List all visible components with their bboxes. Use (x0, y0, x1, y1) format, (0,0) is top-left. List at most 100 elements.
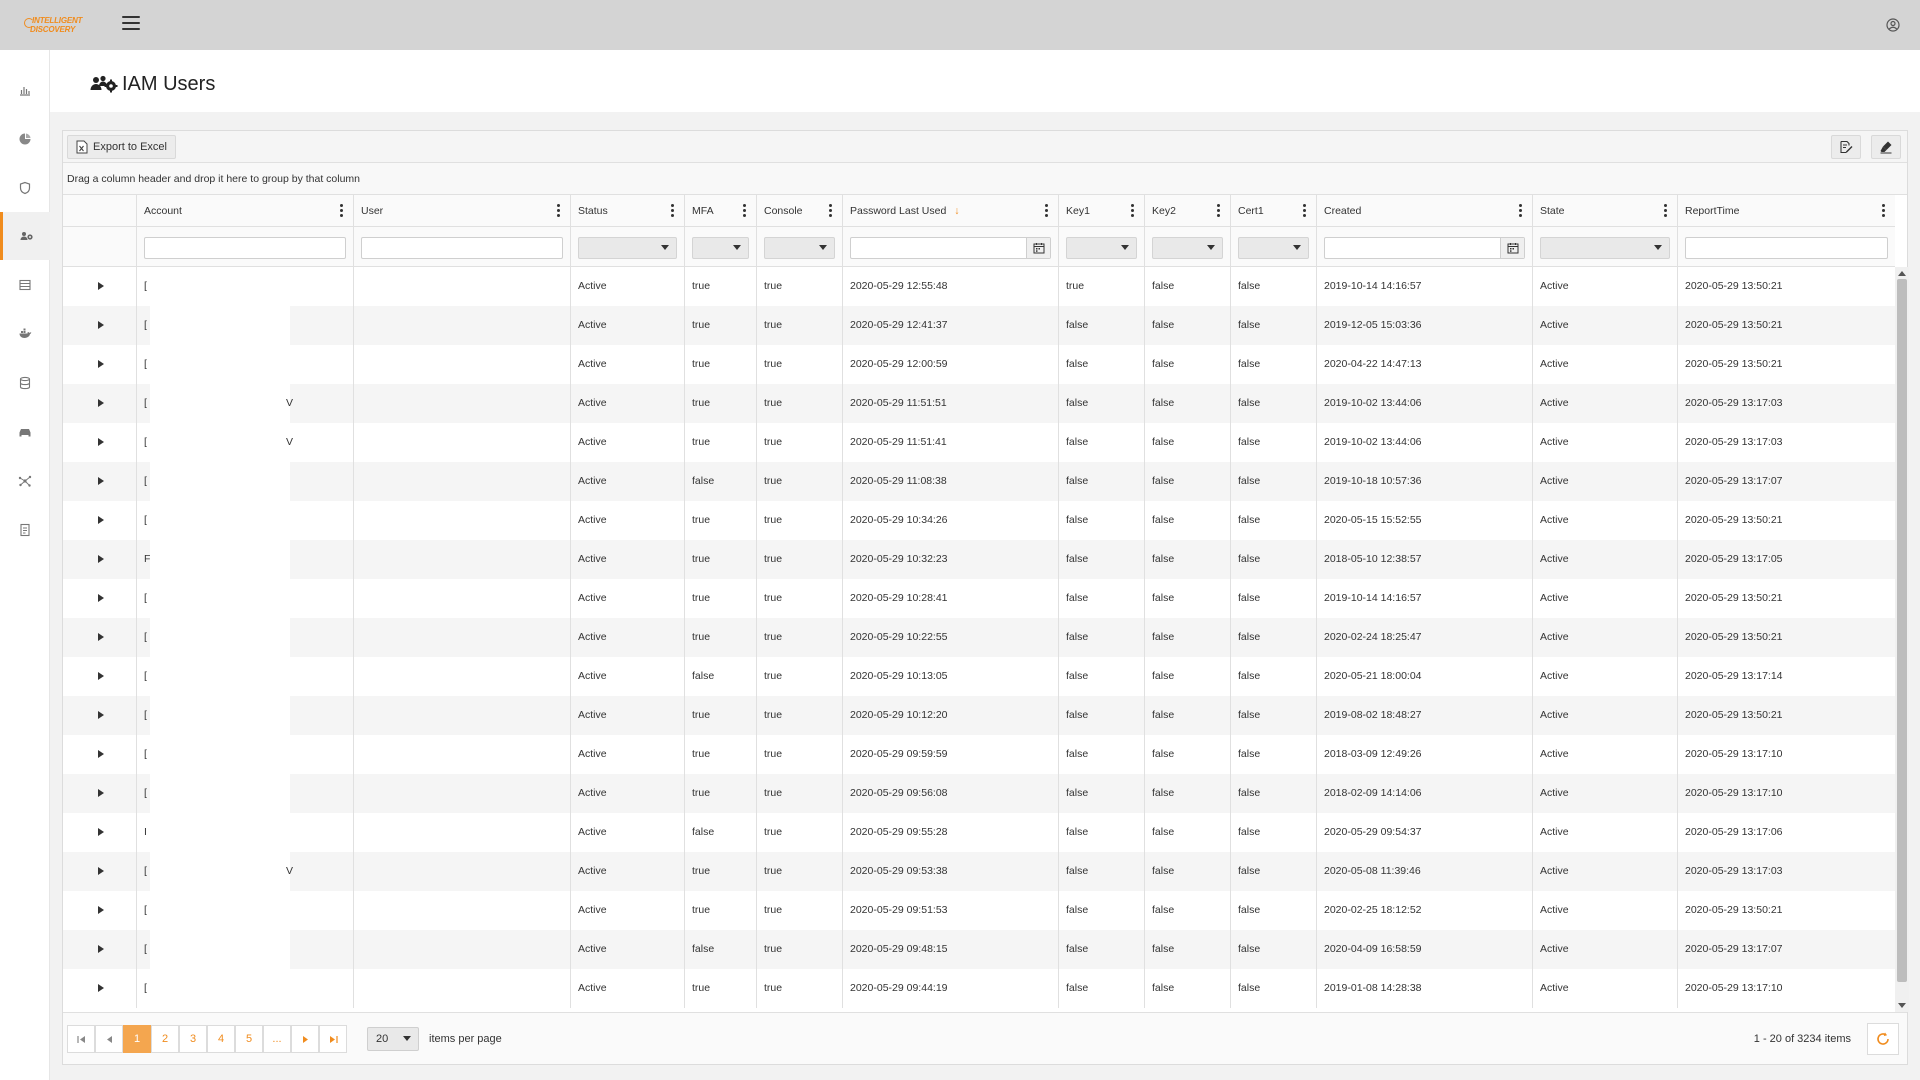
table-row[interactable]: [Active true true 2020-05-29 10:28:41 false f… (63, 579, 1895, 618)
edit-columns-button[interactable] (1831, 135, 1861, 159)
expand-row-icon[interactable] (98, 477, 104, 485)
calendar-icon[interactable] (1026, 238, 1050, 258)
filter-input-account[interactable] (144, 237, 346, 259)
column-menu-icon[interactable] (1882, 204, 1885, 218)
expand-row-icon[interactable] (98, 867, 104, 875)
column-header-console[interactable]: Console (756, 195, 842, 227)
expand-row-icon[interactable] (98, 711, 104, 719)
first-page-button[interactable] (67, 1025, 95, 1053)
clear-filters-button[interactable] (1871, 135, 1901, 159)
column-header-status[interactable]: Status (570, 195, 684, 227)
sidebar-item-containers[interactable] (0, 310, 50, 358)
column-header-account[interactable]: Account (136, 195, 353, 227)
sidebar-item-reports[interactable] (0, 66, 50, 114)
table-row[interactable]: [V Active true true 2020-05-29 09:53:38 false… (63, 852, 1895, 891)
column-menu-icon[interactable] (1217, 204, 1220, 218)
column-header-cert1[interactable]: Cert1 (1230, 195, 1316, 227)
filter-select-key2[interactable] (1152, 237, 1223, 259)
table-row[interactable]: I Active false true 2020-05-29 09:55:28 false… (63, 813, 1895, 852)
table-row[interactable]: [Active true true 2020-05-29 09:44:19 false f… (63, 969, 1895, 1008)
sidebar-item-databases[interactable] (0, 359, 50, 407)
column-header-key1[interactable]: Key1 (1058, 195, 1144, 227)
table-row[interactable]: [Active false true 2020-05-29 10:13:05 false… (63, 657, 1895, 696)
column-header-key2[interactable]: Key2 (1144, 195, 1230, 227)
expand-row-icon[interactable] (98, 984, 104, 992)
page-button[interactable]: 3 (179, 1025, 207, 1053)
expand-row-icon[interactable] (98, 399, 104, 407)
prev-page-button[interactable] (95, 1025, 123, 1053)
table-row[interactable]: [Active true true 2020-05-29 12:55:48 true fa… (63, 267, 1895, 306)
calendar-icon[interactable] (1500, 238, 1524, 258)
filter-select-mfa[interactable] (692, 237, 749, 259)
scroll-up-icon[interactable] (1898, 271, 1906, 276)
filter-select-key1[interactable] (1066, 237, 1137, 259)
table-row[interactable]: [Active true true 2020-05-29 09:59:59 false f… (63, 735, 1895, 774)
group-by-panel[interactable]: Drag a column header and drop it here to… (63, 163, 1907, 195)
refresh-button[interactable] (1867, 1023, 1899, 1055)
sidebar-item-iam-users[interactable] (0, 212, 50, 260)
column-menu-icon[interactable] (1519, 204, 1522, 218)
page-button[interactable]: 1 (123, 1025, 151, 1053)
column-header-user[interactable]: User (353, 195, 570, 227)
sidebar-item-network[interactable] (0, 457, 50, 505)
column-header-pwd[interactable]: Password Last Used ↓ (842, 195, 1058, 227)
table-row[interactable]: F Active true true 2020-05-29 10:32:23 false f… (63, 540, 1895, 579)
export-excel-button[interactable]: Export to Excel (67, 135, 176, 159)
sidebar-item-vehicles[interactable] (0, 408, 50, 456)
expand-row-icon[interactable] (98, 633, 104, 641)
table-row[interactable]: [Active true true 2020-05-29 09:51:53 false f… (63, 891, 1895, 930)
expand-row-icon[interactable] (98, 321, 104, 329)
expand-row-icon[interactable] (98, 828, 104, 836)
sidebar-item-charts[interactable] (0, 115, 50, 163)
column-header-report[interactable]: ReportTime (1677, 195, 1895, 227)
sidebar-item-tables[interactable] (0, 261, 50, 309)
column-header-mfa[interactable]: MFA (684, 195, 756, 227)
filter-input-pwd[interactable] (850, 237, 1051, 259)
last-page-button[interactable] (319, 1025, 347, 1053)
table-row[interactable]: [Active false true 2020-05-29 09:48:15 false… (63, 930, 1895, 969)
app-logo[interactable]: INTELLIGENT DISCOVERY (24, 16, 92, 36)
expand-row-icon[interactable] (98, 360, 104, 368)
table-row[interactable]: [Active true true 2020-05-29 12:41:37 false f… (63, 306, 1895, 345)
expand-row-icon[interactable] (98, 282, 104, 290)
table-row[interactable]: [V Active true true 2020-05-29 11:51:51 false… (63, 384, 1895, 423)
filter-select-console[interactable] (764, 237, 835, 259)
expand-row-icon[interactable] (98, 750, 104, 758)
page-button[interactable]: 5 (235, 1025, 263, 1053)
column-menu-icon[interactable] (340, 204, 343, 218)
table-row[interactable]: [Active true true 2020-05-29 12:00:59 false f… (63, 345, 1895, 384)
vertical-scrollbar[interactable] (1895, 267, 1909, 1012)
table-row[interactable]: [V Active true true 2020-05-29 11:51:41 false… (63, 423, 1895, 462)
filter-select-state[interactable] (1540, 237, 1670, 259)
scrollbar-thumb[interactable] (1897, 279, 1907, 982)
column-menu-icon[interactable] (671, 204, 674, 218)
column-menu-icon[interactable] (743, 204, 746, 218)
next-page-button[interactable] (291, 1025, 319, 1053)
hamburger-menu-icon[interactable] (122, 16, 140, 32)
column-menu-icon[interactable] (557, 204, 560, 218)
expand-row-icon[interactable] (98, 672, 104, 680)
table-row[interactable]: [Active true true 2020-05-29 10:12:20 false f… (63, 696, 1895, 735)
filter-select-cert1[interactable] (1238, 237, 1309, 259)
table-row[interactable]: [Active true true 2020-05-29 10:34:26 false f… (63, 501, 1895, 540)
page-button[interactable]: 2 (151, 1025, 179, 1053)
page-button[interactable]: 4 (207, 1025, 235, 1053)
column-menu-icon[interactable] (1303, 204, 1306, 218)
column-header-state[interactable]: State (1532, 195, 1677, 227)
table-row[interactable]: [Active true true 2020-05-29 09:56:08 false f… (63, 774, 1895, 813)
expand-row-icon[interactable] (98, 945, 104, 953)
expand-row-icon[interactable] (98, 906, 104, 914)
expand-row-icon[interactable] (98, 516, 104, 524)
expand-row-icon[interactable] (98, 789, 104, 797)
sidebar-item-documents[interactable] (0, 506, 50, 554)
user-account-icon[interactable] (1886, 18, 1900, 32)
sidebar-item-security[interactable] (0, 164, 50, 212)
filter-input-user[interactable] (361, 237, 563, 259)
filter-input-created[interactable] (1324, 237, 1525, 259)
expand-row-icon[interactable] (98, 594, 104, 602)
column-header-created[interactable]: Created (1316, 195, 1532, 227)
column-menu-icon[interactable] (1045, 204, 1048, 218)
column-menu-icon[interactable] (829, 204, 832, 218)
filter-select-status[interactable] (578, 237, 677, 259)
page-button[interactable]: ... (263, 1025, 291, 1053)
